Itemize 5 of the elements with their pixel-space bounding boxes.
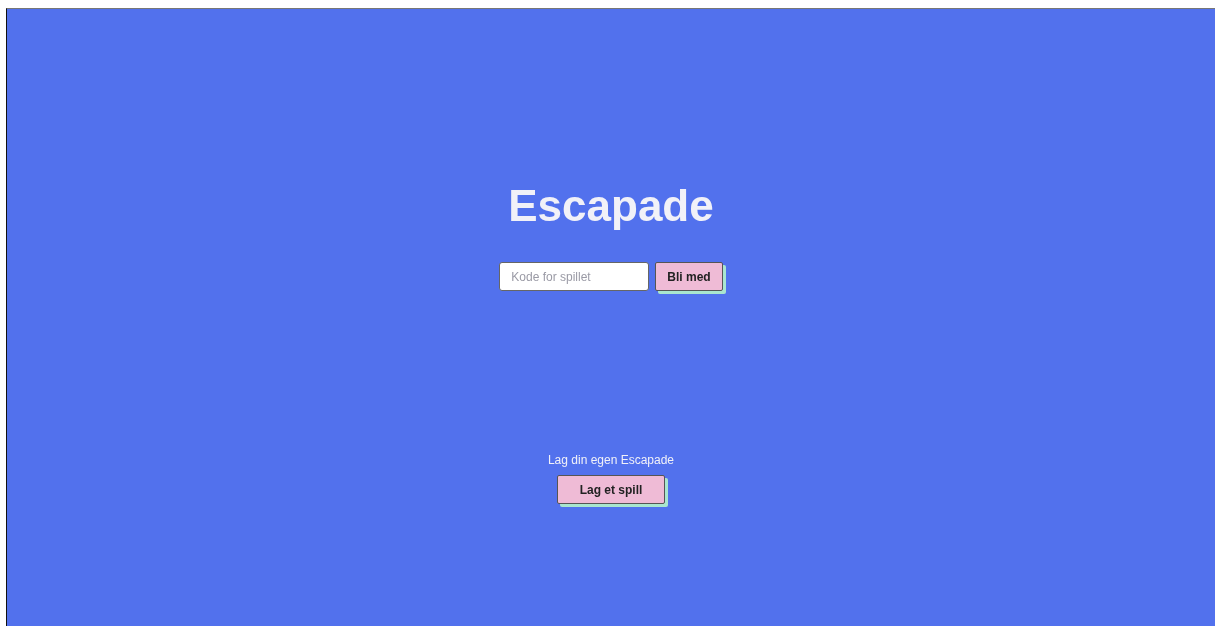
- create-game-button[interactable]: Lag et spill: [556, 475, 666, 504]
- join-button[interactable]: Bli med: [655, 262, 723, 291]
- game-code-field[interactable]: Kode for spillet: [499, 262, 650, 291]
- create-label: Lag din egen Escapade: [547, 453, 675, 467]
- app-title: Escapade: [508, 180, 714, 232]
